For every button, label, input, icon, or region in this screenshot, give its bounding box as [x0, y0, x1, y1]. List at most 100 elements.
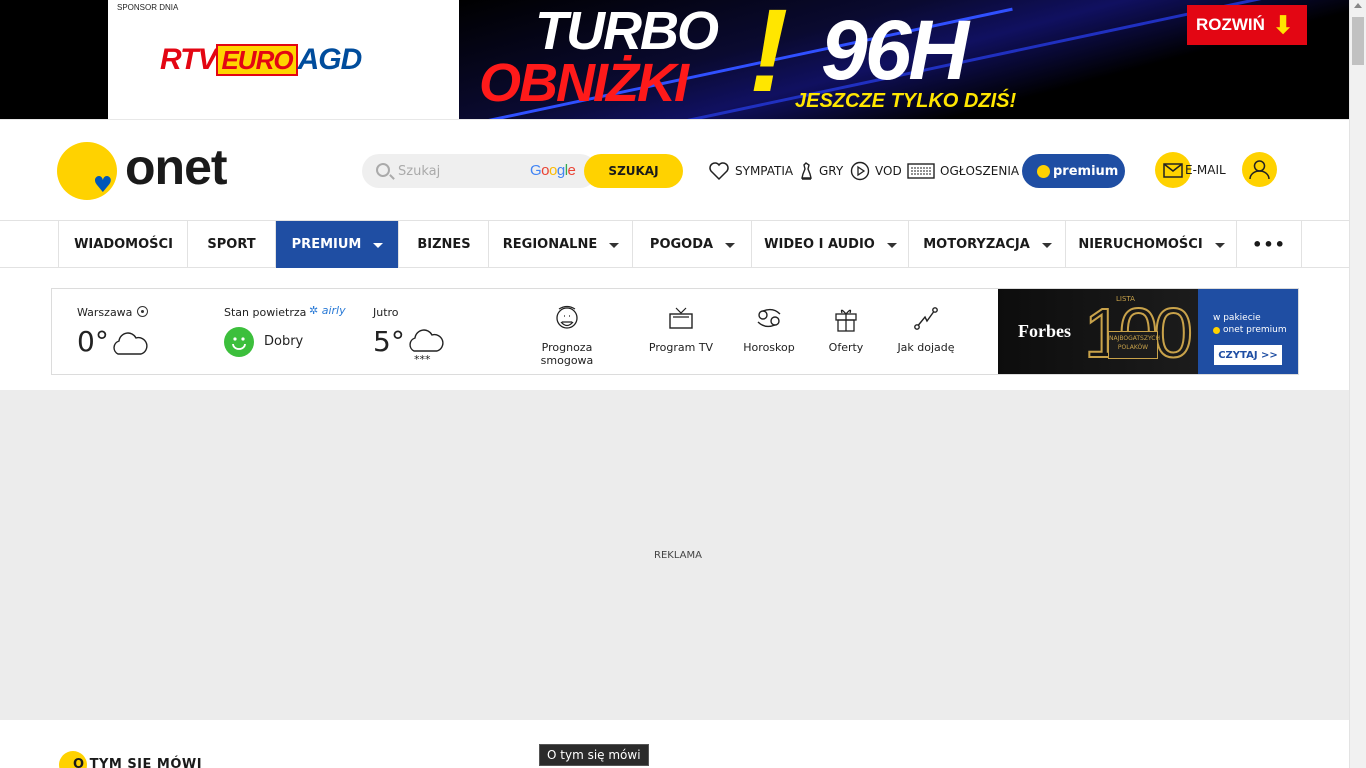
premium-label: premium	[1053, 163, 1119, 179]
user-icon	[1249, 160, 1270, 180]
rtv-euro-agd-logo[interactable]: RTV EURO AGD	[160, 43, 362, 77]
air-quality-label: Stan powietrza	[224, 306, 307, 319]
ogloszenia-link[interactable]: OGŁOSZENIA	[907, 158, 1019, 184]
vod-link[interactable]: VOD	[850, 158, 902, 184]
ad-label: REKLAMA	[654, 550, 702, 561]
nav-label: POGODA	[649, 237, 714, 252]
smiley-icon	[224, 327, 254, 357]
tooltip: O tym się mówi	[539, 744, 649, 766]
vod-label: VOD	[875, 164, 902, 178]
search-box: Google	[362, 154, 597, 188]
logo-text: onet	[125, 139, 228, 195]
logo-euro: EURO	[216, 44, 298, 76]
email-label[interactable]: E-MAIL	[1185, 163, 1226, 177]
premium-button[interactable]: premium	[1022, 154, 1125, 188]
cloud-icon	[113, 332, 148, 355]
scrollbar[interactable]	[1349, 0, 1366, 768]
sponsor-of-day[interactable]: SPONSOR DNIA RTV EURO AGD	[108, 0, 459, 119]
gry-label: GRY	[819, 164, 844, 178]
ogloszenia-label: OGŁOSZENIA	[940, 164, 1020, 178]
heart-icon	[709, 162, 729, 181]
chess-piece-icon	[801, 162, 812, 180]
service-smog-forecast[interactable]: Prognoza smogowa	[517, 305, 617, 367]
more-dots-icon: •••	[1252, 235, 1286, 254]
service-label: Prognoza smogowa	[540, 341, 594, 367]
onet-premium-label: onet premium	[1213, 325, 1287, 335]
nav-label: NIERUCHOMOŚCI	[1078, 237, 1203, 252]
caret-down-icon	[1214, 243, 1225, 248]
section-title[interactable]: O TYM SIĘ MÓWI	[73, 757, 202, 768]
nav-label: SPORT	[207, 237, 256, 252]
user-account-button[interactable]	[1242, 152, 1277, 187]
play-circle-icon	[850, 161, 870, 181]
page: SPONSOR DNIA RTV EURO AGD TURBO OBNIŻKI …	[0, 0, 1366, 768]
forbes-subtitle: NAJBOGATSZYCH POLAKÓW	[1108, 331, 1160, 359]
sympatia-link[interactable]: SYMPATIA	[708, 158, 793, 184]
caret-down-icon	[1041, 243, 1052, 248]
sponsor-label: SPONSOR DNIA	[117, 3, 179, 12]
location-icon[interactable]	[137, 306, 148, 317]
cancer-zodiac-icon	[757, 308, 781, 328]
caret-down-icon	[886, 243, 897, 248]
service-route[interactable]: Jak dojadę	[876, 305, 976, 365]
nav-label: WIDEO I AUDIO	[764, 237, 875, 252]
premium-dot-icon	[1037, 164, 1050, 178]
site-header: ♥ onet Google SZUKAJ SYMPATIA GRY VOD OG…	[0, 119, 1349, 220]
nav-premium[interactable]: PREMIUM	[275, 221, 399, 268]
nav-pogoda[interactable]: POGODA	[632, 221, 752, 268]
search-icon	[376, 163, 390, 177]
weather-temp: 0°	[77, 325, 109, 358]
promo-hours: 96H	[821, 3, 969, 97]
snow-cloud-icon: ***	[409, 329, 444, 365]
sympatia-label: SYMPATIA	[735, 164, 794, 178]
search-button[interactable]: SZUKAJ	[584, 154, 683, 188]
onet-logo[interactable]: ♥ onet	[57, 139, 247, 202]
scroll-up-icon[interactable]	[1354, 3, 1362, 8]
nav-nieruchomosci[interactable]: NIERUCHOMOŚCI	[1065, 221, 1237, 268]
nav-biznes[interactable]: BIZNES	[398, 221, 489, 268]
smog-mask-icon	[556, 305, 578, 329]
promo-banner[interactable]: TURBO OBNIŻKI ! 96H JESZCZE TYLKO DZIŚ! …	[459, 0, 1349, 119]
weather-city[interactable]: Warszawa	[77, 306, 132, 319]
service-label: Jak dojadę	[897, 341, 955, 354]
nav-regionalne[interactable]: REGIONALNE	[488, 221, 633, 268]
gift-icon	[835, 309, 857, 332]
nav-wiadomosci[interactable]: WIADOMOŚCI	[58, 221, 188, 268]
promo-exclamation: !	[749, 0, 789, 117]
gry-link[interactable]: GRY	[799, 158, 843, 184]
airly-label: airly	[321, 304, 346, 317]
expand-ad-label: ROZWIŃ	[1196, 15, 1265, 34]
in-package-label: w pakiecie	[1213, 313, 1261, 323]
top-banner-ad[interactable]: SPONSOR DNIA RTV EURO AGD TURBO OBNIŻKI …	[0, 0, 1349, 119]
nav-wideo-i-audio[interactable]: WIDEO I AUDIO	[751, 221, 909, 268]
forbes-logo: Forbes	[1018, 321, 1071, 341]
scroll-thumb[interactable]	[1352, 17, 1364, 65]
caret-down-icon	[609, 243, 620, 248]
onet-premium-text: onet premium	[1223, 325, 1287, 335]
main-nav: WIADOMOŚCI SPORT PREMIUM BIZNES REGIONAL…	[0, 220, 1349, 268]
service-label: Program TV	[648, 341, 714, 354]
caret-down-icon	[725, 243, 736, 248]
service-tv-program[interactable]: Program TV	[631, 305, 731, 365]
premium-dot-icon	[1213, 326, 1220, 334]
nav-label: BIZNES	[417, 237, 471, 252]
tv-icon	[669, 307, 693, 329]
forbes-ad[interactable]: Forbes LISTA 100 NAJBOGATSZYCH POLAKÓW w…	[998, 289, 1298, 374]
read-button[interactable]: CZYTAJ >>	[1214, 345, 1282, 365]
ad-area: REKLAMA	[0, 390, 1349, 720]
airly-logo: ✲ airly	[309, 304, 346, 317]
search-input[interactable]	[398, 160, 528, 182]
promo-tagline: JESZCZE TYLKO DZIŚ!	[795, 90, 1017, 112]
tomorrow-label: Jutro	[373, 306, 399, 319]
expand-ad-button[interactable]: ROZWIŃ ⬇	[1187, 5, 1307, 45]
nav-motoryzacja[interactable]: MOTORYZACJA	[908, 221, 1066, 268]
nav-label: WIADOMOŚCI	[74, 237, 173, 252]
nav-more-button[interactable]: •••	[1236, 221, 1302, 268]
services-bar: Warszawa 0° Stan powietrza ✲ airly Dobry…	[51, 288, 1299, 375]
nav-sport[interactable]: SPORT	[187, 221, 275, 268]
content-section: O TYM SIĘ MÓWI O tym się mówi	[0, 720, 1349, 768]
nav-label: PREMIUM	[291, 237, 362, 252]
forbes-ad-right: w pakiecie onet premium CZYTAJ >>	[1198, 289, 1298, 374]
tomorrow-temp: 5°	[373, 325, 405, 358]
nav-label: REGIONALNE	[502, 237, 598, 252]
